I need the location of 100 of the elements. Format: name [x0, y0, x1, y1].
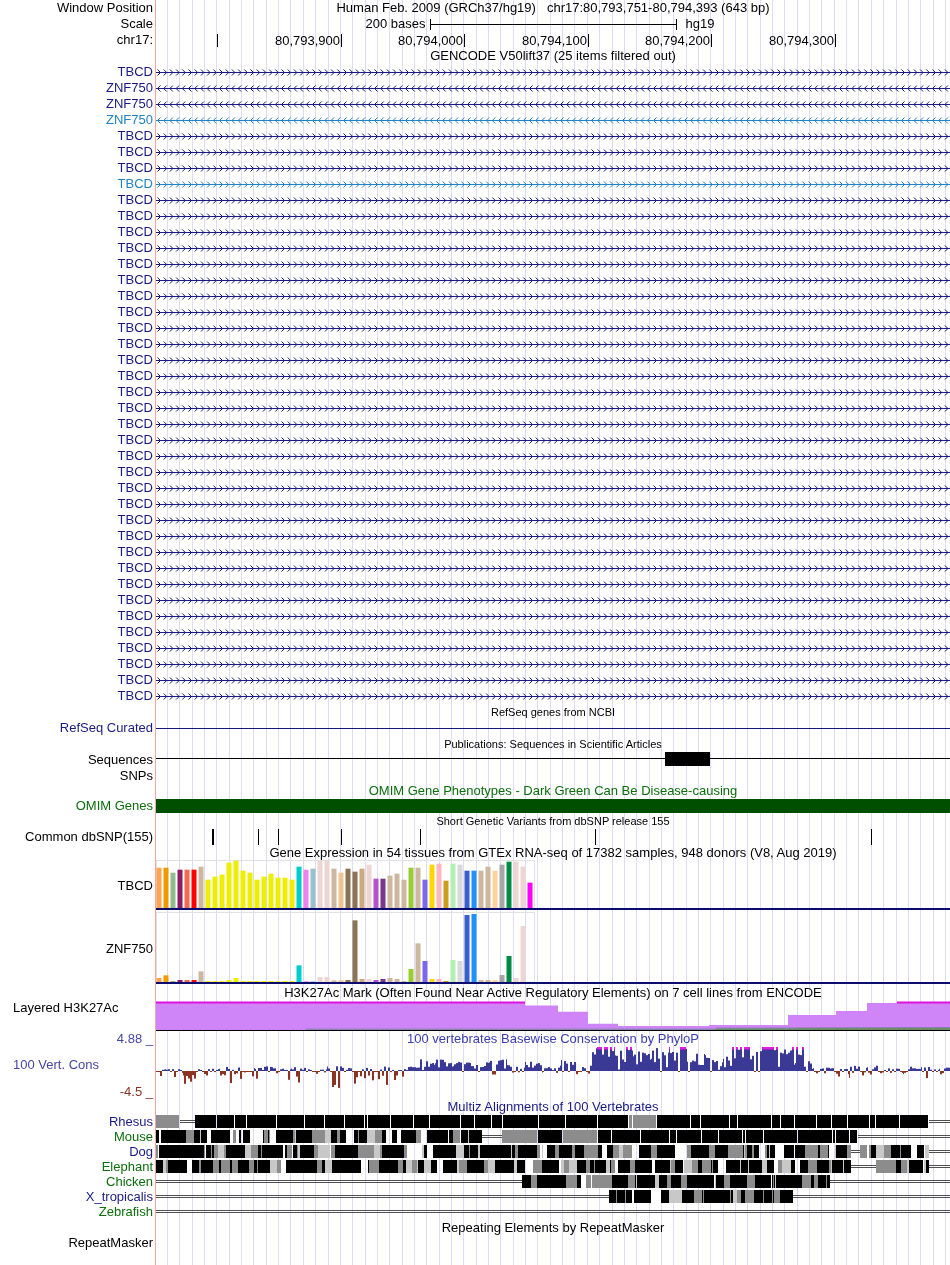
transcript-line[interactable]: [156, 213, 950, 220]
gene-label[interactable]: TBCD: [117, 289, 153, 303]
transcript-line[interactable]: [156, 197, 950, 204]
transcript-line[interactable]: [156, 453, 950, 460]
gene-label[interactable]: TBCD: [117, 65, 153, 79]
transcript-line[interactable]: [156, 325, 950, 332]
transcript-line[interactable]: [156, 613, 950, 620]
transcript-line[interactable]: [156, 597, 950, 604]
expression-bar[interactable]: [506, 861, 512, 908]
snp-marker[interactable]: [258, 829, 259, 845]
track-label[interactable]: RefSeq Curated: [59, 721, 153, 735]
track-label[interactable]: RepeatMasker: [68, 1236, 153, 1250]
transcript-line[interactable]: [156, 245, 950, 252]
expression-bar[interactable]: [422, 879, 428, 908]
transcript-line[interactable]: [156, 293, 950, 300]
gene-label[interactable]: TBCD: [117, 225, 153, 239]
transcript-line[interactable]: [156, 581, 950, 588]
transcript-line[interactable]: [156, 149, 950, 156]
transcript-line[interactable]: [156, 69, 950, 76]
transcript-line[interactable]: [156, 101, 950, 108]
transcript-line[interactable]: [156, 565, 950, 572]
gene-label[interactable]: TBCD: [117, 305, 153, 319]
expression-bar[interactable]: [373, 878, 379, 908]
track-label[interactable]: 100 Vert. Cons: [0, 1058, 99, 1072]
gene-label[interactable]: ZNF750: [106, 81, 153, 95]
transcript-line[interactable]: [156, 677, 950, 684]
expression-bar[interactable]: [184, 869, 190, 908]
gene-label[interactable]: TBCD: [117, 161, 153, 175]
gene-label[interactable]: TBCD: [117, 545, 153, 559]
transcript-line[interactable]: [156, 165, 950, 172]
transcript-line[interactable]: [156, 549, 950, 556]
expression-bar[interactable]: [422, 961, 428, 982]
snp-marker[interactable]: [212, 829, 214, 845]
transcript-line[interactable]: [156, 357, 950, 364]
gene-label[interactable]: TBCD: [117, 689, 153, 703]
expression-bar[interactable]: [380, 878, 386, 908]
gene-label[interactable]: TBCD: [117, 209, 153, 223]
gene-label[interactable]: TBCD: [117, 145, 153, 159]
expression-bar[interactable]: [177, 869, 183, 908]
gene-label[interactable]: TBCD: [117, 513, 153, 527]
expression-bar[interactable]: [527, 882, 533, 908]
transcript-line[interactable]: [156, 229, 950, 236]
transcript-line[interactable]: [156, 261, 950, 268]
gene-label[interactable]: TBCD: [117, 417, 153, 431]
gene-label[interactable]: TBCD: [117, 385, 153, 399]
expression-bar[interactable]: [464, 915, 470, 982]
snp-marker[interactable]: [595, 829, 596, 845]
gene-label[interactable]: TBCD: [117, 433, 153, 447]
transcript-line[interactable]: [156, 421, 950, 428]
track-label[interactable]: OMIM Genes: [75, 798, 153, 813]
gene-label[interactable]: TBCD: [117, 369, 153, 383]
gene-label[interactable]: ZNF750: [106, 97, 153, 111]
transcript-line[interactable]: [156, 469, 950, 476]
expression-bar[interactable]: [380, 979, 386, 982]
expression-bar[interactable]: [506, 956, 512, 982]
transcript-line[interactable]: [156, 341, 950, 348]
gene-label[interactable]: ZNF750: [106, 941, 153, 956]
gene-label[interactable]: TBCD: [117, 879, 153, 893]
transcript-line[interactable]: [156, 405, 950, 412]
species-label[interactable]: Dog: [129, 1144, 153, 1159]
species-label[interactable]: Chicken: [106, 1174, 153, 1189]
track-label[interactable]: Common dbSNP(155): [25, 830, 153, 844]
expression-bar[interactable]: [352, 871, 358, 908]
gene-label[interactable]: TBCD: [117, 561, 153, 575]
gene-label[interactable]: TBCD: [117, 529, 153, 543]
track-label[interactable]: SNPs: [119, 769, 153, 783]
gene-label[interactable]: TBCD: [117, 193, 153, 207]
gene-label[interactable]: TBCD: [117, 353, 153, 367]
gene-label[interactable]: TBCD: [117, 257, 153, 271]
transcript-line[interactable]: [156, 389, 950, 396]
transcript-line[interactable]: [156, 645, 950, 652]
snp-marker[interactable]: [278, 829, 279, 845]
transcript-line[interactable]: [156, 373, 950, 380]
species-label[interactable]: Mouse: [113, 1129, 153, 1144]
expression-bar[interactable]: [464, 870, 470, 908]
transcript-line[interactable]: [156, 277, 950, 284]
refseq-gene-line[interactable]: [156, 728, 950, 729]
gene-label[interactable]: TBCD: [117, 657, 153, 671]
expression-bar[interactable]: [471, 914, 477, 982]
expression-bar[interactable]: [471, 870, 477, 908]
transcript-line[interactable]: [156, 533, 950, 540]
transcript-line[interactable]: [156, 501, 950, 508]
gene-label[interactable]: TBCD: [117, 465, 153, 479]
gene-label[interactable]: TBCD: [117, 449, 153, 463]
transcript-line[interactable]: [156, 437, 950, 444]
gene-label[interactable]: ZNF750: [106, 113, 153, 127]
gene-label[interactable]: TBCD: [117, 625, 153, 639]
transcript-line[interactable]: [156, 629, 950, 636]
gene-label[interactable]: TBCD: [117, 337, 153, 351]
species-label[interactable]: Elephant: [101, 1159, 153, 1174]
snp-marker[interactable]: [341, 829, 342, 845]
gene-label[interactable]: TBCD: [117, 401, 153, 415]
expression-bar[interactable]: [191, 869, 197, 908]
species-label[interactable]: Zebrafish: [98, 1204, 153, 1219]
gene-label[interactable]: TBCD: [117, 593, 153, 607]
transcript-line[interactable]: [156, 309, 950, 316]
gene-label[interactable]: TBCD: [117, 241, 153, 255]
track-label[interactable]: Sequences: [87, 753, 153, 767]
transcript-line[interactable]: [156, 485, 950, 492]
transcript-line[interactable]: [156, 133, 950, 140]
